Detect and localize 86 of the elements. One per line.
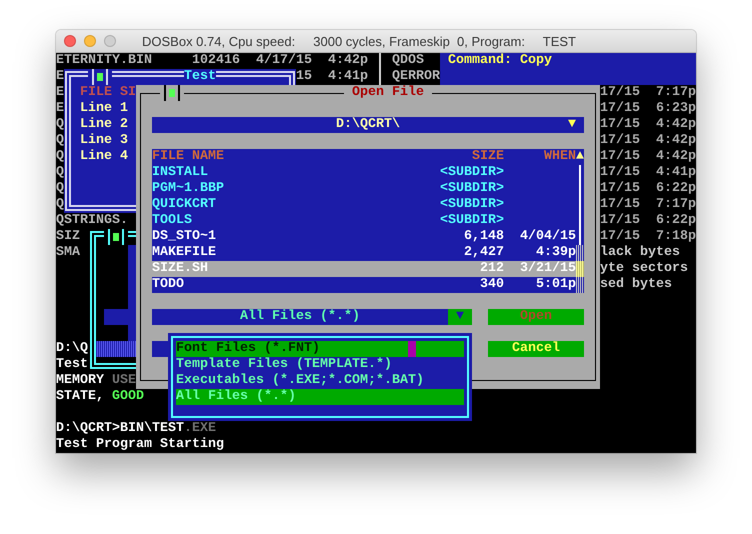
file-row[interactable]: MAKEFILE 2,427 4:39p bbox=[152, 245, 576, 261]
menu-option[interactable]: Executables (*.EXE;*.COM;*.BAT) bbox=[176, 373, 464, 389]
scroll-up-arrow[interactable]: ▲ bbox=[576, 149, 584, 165]
file-row[interactable]: QUICKCRT <SUBDIR> bbox=[152, 197, 576, 213]
console-text: 15 bbox=[296, 69, 312, 85]
console-text: lack bytes bbox=[600, 245, 680, 261]
console-line: SIZ bbox=[56, 229, 80, 245]
file-size: <SUBDIR> bbox=[439, 213, 504, 229]
console-text: QDOS bbox=[392, 53, 424, 69]
console-text: QERROR bbox=[392, 69, 440, 85]
console-line: MEMORY USE bbox=[56, 373, 136, 389]
console-text: Q bbox=[56, 197, 64, 213]
window-text: Line 2 bbox=[80, 117, 128, 133]
window-text: Line 3 bbox=[80, 133, 128, 149]
window-title: DOSBox 0.74, Cpu speed: 3000 cycles, Frameskip 0, Program: TEST bbox=[142, 34, 576, 48]
console-text: 17/15 6:23p bbox=[600, 101, 696, 117]
file-row[interactable]: PGM~1.BBP <SUBDIR> bbox=[152, 181, 576, 197]
dialog-title: Open File bbox=[344, 85, 432, 101]
console-text: 17/15 6:22p bbox=[600, 213, 696, 229]
column-header: SIZE bbox=[471, 149, 504, 165]
console-text: yte sectors bbox=[600, 261, 688, 277]
console-text: 17/15 4:42p bbox=[600, 117, 696, 133]
window-text: Line 4 bbox=[80, 149, 128, 165]
console-text: 102416 bbox=[192, 53, 240, 69]
file-name: TOOLS bbox=[152, 213, 193, 229]
console-text: Q bbox=[56, 165, 64, 181]
file-size: <SUBDIR> bbox=[439, 181, 504, 197]
console-text: 17/15 4:41p bbox=[600, 165, 696, 181]
path-dropdown[interactable]: D:\QCRT\ ▼ bbox=[152, 117, 584, 133]
console-text: 17/15 4:42p bbox=[600, 149, 696, 165]
cursor-block bbox=[408, 341, 416, 357]
console-text: 17/15 4:42p bbox=[600, 133, 696, 149]
console-text: ETERNITY.BIN bbox=[56, 53, 152, 69]
file-name: PGM~1.BBP bbox=[152, 181, 225, 197]
file-size: 340 bbox=[479, 277, 504, 293]
console-text: E bbox=[56, 101, 64, 117]
console-text: 4/17/15 bbox=[256, 53, 312, 69]
console-text: Q bbox=[56, 181, 64, 197]
file-name: INSTALL bbox=[152, 165, 209, 181]
console-text: 17/15 7:17p bbox=[600, 85, 696, 101]
console-text: Q bbox=[56, 149, 64, 165]
console-text: sed bytes bbox=[600, 277, 672, 293]
window-text: Line 1 bbox=[80, 101, 128, 117]
menu-option[interactable]: Font Files (*.FNT) bbox=[176, 341, 464, 357]
console-text: 17/15 6:22p bbox=[600, 181, 696, 197]
console-line: Test bbox=[56, 357, 88, 373]
console-line: SMA bbox=[56, 245, 80, 261]
file-name: TODO bbox=[152, 277, 185, 293]
console-line: D:\Q bbox=[56, 341, 88, 357]
file-row[interactable]: DS_STO~1 6,148 4/04/15 bbox=[152, 229, 576, 245]
file-row[interactable]: TODO 340 5:01p bbox=[152, 277, 576, 293]
file-date: 5:01p bbox=[535, 277, 576, 293]
menu-option[interactable]: Template Files (TEMPLATE.*) bbox=[176, 357, 464, 373]
file-name: QUICKCRT bbox=[152, 197, 217, 213]
column-header: FILE SI bbox=[80, 85, 136, 101]
console-text: E bbox=[56, 69, 64, 85]
console-line: Test Program Starting bbox=[56, 437, 224, 453]
column-header: WHEN bbox=[543, 149, 576, 165]
file-row[interactable]: INSTALL <SUBDIR> bbox=[152, 165, 576, 181]
console-text: 4:41p bbox=[328, 69, 368, 85]
file-date: 4:39p bbox=[535, 245, 576, 261]
console-text: Q bbox=[56, 133, 64, 149]
file-date: 4/04/15 bbox=[520, 229, 576, 245]
file-name: MAKEFILE bbox=[152, 245, 217, 261]
console-text: E bbox=[56, 85, 64, 101]
dropdown-arrow-icon[interactable]: ▼ bbox=[568, 117, 576, 133]
console-text: 17/15 7:18p bbox=[600, 229, 696, 245]
file-size: 6,148 bbox=[463, 229, 504, 245]
command-text: Command: Copy bbox=[448, 53, 552, 69]
file-size: 212 bbox=[479, 261, 504, 277]
console-line: STATE, GOOD bbox=[56, 389, 144, 405]
file-name: SIZE.SH bbox=[152, 261, 209, 277]
file-row[interactable]: TOOLS <SUBDIR> bbox=[152, 213, 576, 229]
console-text: Q bbox=[56, 117, 64, 133]
column-header: FILE NAME bbox=[152, 149, 225, 165]
console-line: QSTRINGS. bbox=[56, 213, 128, 229]
console-text: 4:42p bbox=[328, 53, 368, 69]
file-name: DS_STO~1 bbox=[152, 229, 217, 245]
console-line: D:\QCRT>BIN\TEST.EXE bbox=[56, 421, 216, 437]
file-size: 2,427 bbox=[463, 245, 504, 261]
file-size: <SUBDIR> bbox=[439, 197, 504, 213]
scroll-thumb[interactable] bbox=[576, 261, 584, 277]
console-text: 17/15 7:17p bbox=[600, 197, 696, 213]
file-date: 3/21/15 bbox=[520, 261, 576, 277]
file-size: <SUBDIR> bbox=[439, 165, 504, 181]
close-icon[interactable] bbox=[64, 35, 76, 47]
